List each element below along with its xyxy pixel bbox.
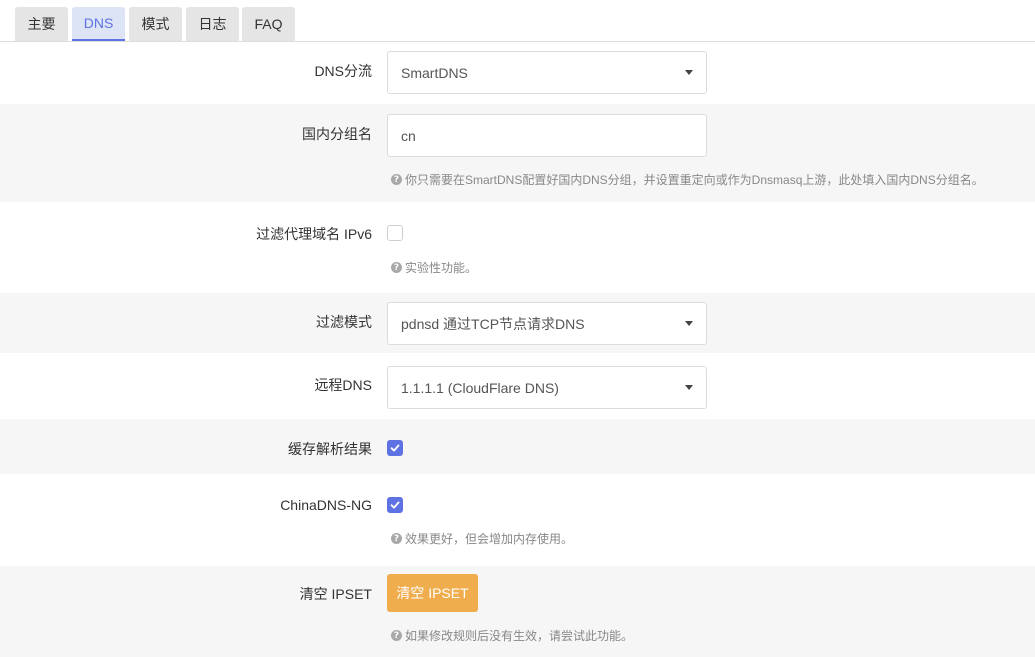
domestic-group-value: cn xyxy=(401,127,416,144)
row-cache-results: 缓存解析结果 xyxy=(0,419,1035,474)
remote-dns-label: 远程DNS xyxy=(314,377,372,393)
tab-faq[interactable]: FAQ xyxy=(242,7,295,41)
filter-ipv6-help: ? 实验性功能。 xyxy=(391,259,477,276)
tab-dns[interactable]: DNS xyxy=(72,7,125,41)
row-filter-mode: 过滤模式 pdnsd 通过TCP节点请求DNS xyxy=(0,293,1035,353)
cache-results-checkbox[interactable] xyxy=(387,440,403,456)
filter-mode-label: 过滤模式 xyxy=(316,314,372,330)
clear-ipset-label: 清空 IPSET xyxy=(299,586,372,602)
question-circle-icon: ? xyxy=(391,262,402,273)
domestic-group-input[interactable]: cn xyxy=(387,114,707,157)
clear-ipset-help-text: 如果修改规则后没有生效，请尝试此功能。 xyxy=(405,629,634,643)
filter-mode-value: pdnsd 通过TCP节点请求DNS xyxy=(401,315,585,332)
filter-mode-select[interactable]: pdnsd 通过TCP节点请求DNS xyxy=(387,302,707,345)
row-domestic-group: 国内分组名 cn ? 你只需要在SmartDNS配置好国内DNS分组，并设置重定… xyxy=(0,104,1035,202)
row-clear-ipset: 清空 IPSET 清空 IPSET ? 如果修改规则后没有生效，请尝试此功能。 xyxy=(0,566,1035,657)
check-icon xyxy=(390,501,400,509)
remote-dns-select[interactable]: 1.1.1.1 (CloudFlare DNS) xyxy=(387,366,707,409)
domestic-group-help: ? 你只需要在SmartDNS配置好国内DNS分组，并设置重定向或作为Dnsma… xyxy=(391,171,984,188)
clear-ipset-help: ? 如果修改规则后没有生效，请尝试此功能。 xyxy=(391,627,633,644)
caret-down-icon xyxy=(685,321,693,326)
domestic-group-label: 国内分组名 xyxy=(302,126,372,142)
dns-split-value: SmartDNS xyxy=(401,64,468,81)
row-dns-split: DNS分流 SmartDNS xyxy=(0,42,1035,104)
row-remote-dns: 远程DNS 1.1.1.1 (CloudFlare DNS) xyxy=(0,353,1035,419)
question-circle-icon: ? xyxy=(391,533,402,544)
tab-mode[interactable]: 模式 xyxy=(129,7,182,41)
chinadns-ng-checkbox[interactable] xyxy=(387,497,403,513)
caret-down-icon xyxy=(685,385,693,390)
row-chinadns-ng: ChinaDNS-NG ? 效果更好，但会增加内存使用。 xyxy=(0,474,1035,566)
dns-split-select[interactable]: SmartDNS xyxy=(387,51,707,94)
filter-ipv6-checkbox[interactable] xyxy=(387,225,403,241)
row-filter-ipv6: 过滤代理域名 IPv6 ? 实验性功能。 xyxy=(0,202,1035,293)
filter-ipv6-help-text: 实验性功能。 xyxy=(405,261,478,275)
chinadns-ng-help-text: 效果更好，但会增加内存使用。 xyxy=(405,532,574,546)
tab-bar: 主要 DNS 模式 日志 FAQ xyxy=(0,0,1035,42)
chinadns-ng-help: ? 效果更好，但会增加内存使用。 xyxy=(391,530,573,547)
question-circle-icon: ? xyxy=(391,630,402,641)
caret-down-icon xyxy=(685,70,693,75)
filter-ipv6-label: 过滤代理域名 IPv6 xyxy=(256,226,372,242)
tab-main[interactable]: 主要 xyxy=(15,7,68,41)
domestic-group-help-text: 你只需要在SmartDNS配置好国内DNS分组，并设置重定向或作为Dnsmasq… xyxy=(405,173,984,187)
question-circle-icon: ? xyxy=(391,174,402,185)
cache-results-label: 缓存解析结果 xyxy=(288,441,372,457)
clear-ipset-button[interactable]: 清空 IPSET xyxy=(387,574,478,612)
tab-log[interactable]: 日志 xyxy=(186,7,239,41)
check-icon xyxy=(390,444,400,452)
remote-dns-value: 1.1.1.1 (CloudFlare DNS) xyxy=(401,379,559,396)
dns-split-label: DNS分流 xyxy=(314,63,372,79)
chinadns-ng-label: ChinaDNS-NG xyxy=(280,497,372,513)
